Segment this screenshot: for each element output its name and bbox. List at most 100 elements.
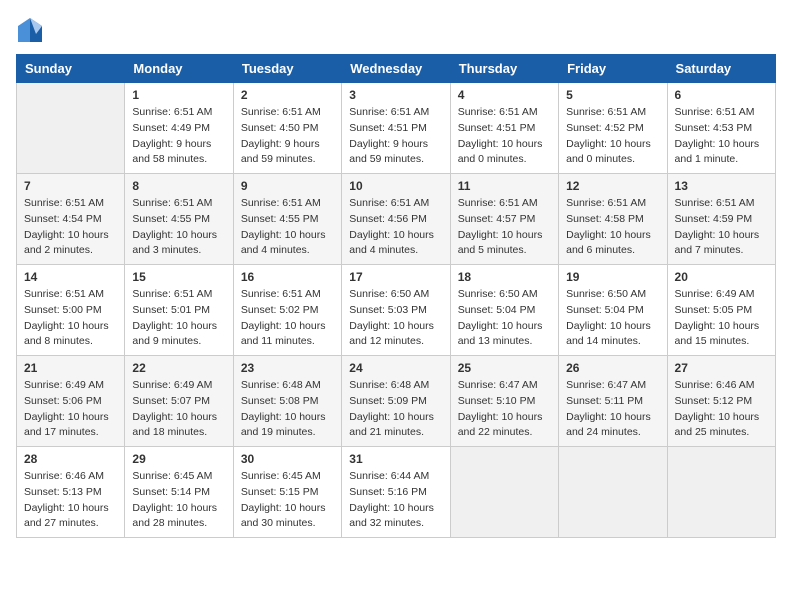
day-number: 27: [675, 361, 768, 375]
day-number: 24: [349, 361, 442, 375]
calendar-week-row: 1 Sunrise: 6:51 AMSunset: 4:49 PMDaylight…: [17, 83, 776, 174]
day-info: Sunrise: 6:46 AMSunset: 5:13 PMDaylight:…: [24, 469, 117, 532]
day-info: Sunrise: 6:51 AMSunset: 4:59 PMDaylight:…: [675, 196, 768, 259]
day-number: 8: [132, 179, 225, 193]
day-number: 11: [458, 179, 551, 193]
day-number: 15: [132, 270, 225, 284]
calendar-day-header: Wednesday: [342, 55, 450, 83]
day-info: Sunrise: 6:51 AMSunset: 4:51 PMDaylight:…: [349, 105, 442, 168]
calendar-day-cell: 16 Sunrise: 6:51 AMSunset: 5:02 PMDayligh…: [233, 265, 341, 356]
day-info: Sunrise: 6:48 AMSunset: 5:09 PMDaylight:…: [349, 378, 442, 441]
calendar-day-cell: 31 Sunrise: 6:44 AMSunset: 5:16 PMDayligh…: [342, 447, 450, 538]
day-info: Sunrise: 6:44 AMSunset: 5:16 PMDaylight:…: [349, 469, 442, 532]
day-info: Sunrise: 6:51 AMSunset: 4:54 PMDaylight:…: [24, 196, 117, 259]
calendar-day-cell: 17Sunrise: 6:50 AMSunset: 5:03 PMDayligh…: [342, 265, 450, 356]
calendar-day-cell: 8Sunrise: 6:51 AMSunset: 4:55 PMDaylight…: [125, 174, 233, 265]
day-number: 9: [241, 179, 334, 193]
day-info: Sunrise: 6:51 AMSunset: 4:58 PMDaylight:…: [566, 196, 659, 259]
page-header: [16, 16, 776, 44]
day-info: Sunrise: 6:48 AMSunset: 5:08 PMDaylight:…: [241, 378, 334, 441]
calendar-day-cell: 18 Sunrise: 6:50 AMSunset: 5:04 PMDayligh…: [450, 265, 558, 356]
day-info: Sunrise: 6:51 AMSunset: 5:00 PMDaylight:…: [24, 287, 117, 350]
day-info: Sunrise: 6:51 AMSunset: 5:01 PMDaylight:…: [132, 287, 225, 350]
calendar-day-header: Friday: [559, 55, 667, 83]
day-info: Sunrise: 6:49 AMSunset: 5:07 PMDaylight:…: [132, 378, 225, 441]
calendar-day-cell: 1 Sunrise: 6:51 AMSunset: 4:49 PMDaylight…: [125, 83, 233, 174]
calendar-week-row: 28 Sunrise: 6:46 AMSunset: 5:13 PMDayligh…: [17, 447, 776, 538]
day-number: 6: [675, 88, 768, 102]
day-number: 4: [458, 88, 551, 102]
day-info: Sunrise: 6:45 AMSunset: 5:15 PMDaylight:…: [241, 469, 334, 532]
calendar-week-row: 21 Sunrise: 6:49 AMSunset: 5:06 PMDayligh…: [17, 356, 776, 447]
day-number: 26: [566, 361, 659, 375]
day-info: Sunrise: 6:51 AMSunset: 4:51 PMDaylight:…: [458, 105, 551, 168]
day-info: Sunrise: 6:51 AMSunset: 4:56 PMDaylight:…: [349, 196, 442, 259]
day-info: Sunrise: 6:50 AMSunset: 5:03 PMDaylight:…: [349, 287, 442, 350]
day-info: Sunrise: 6:45 AMSunset: 5:14 PMDaylight:…: [132, 469, 225, 532]
calendar-day-header: Saturday: [667, 55, 775, 83]
calendar-day-cell: 27 Sunrise: 6:46 AMSunset: 5:12 PMDayligh…: [667, 356, 775, 447]
calendar-day-cell: 20 Sunrise: 6:49 AMSunset: 5:05 PMDayligh…: [667, 265, 775, 356]
calendar-table: SundayMondayTuesdayWednesdayThursdayFrid…: [16, 54, 776, 538]
calendar-week-row: 14Sunrise: 6:51 AMSunset: 5:00 PMDayligh…: [17, 265, 776, 356]
calendar-day-cell: 29 Sunrise: 6:45 AMSunset: 5:14 PMDayligh…: [125, 447, 233, 538]
calendar-day-header: Sunday: [17, 55, 125, 83]
day-info: Sunrise: 6:51 AMSunset: 4:52 PMDaylight:…: [566, 105, 659, 168]
calendar-day-cell: 6Sunrise: 6:51 AMSunset: 4:53 PMDaylight…: [667, 83, 775, 174]
day-number: 13: [675, 179, 768, 193]
calendar-day-header: Tuesday: [233, 55, 341, 83]
day-number: 19: [566, 270, 659, 284]
calendar-day-cell: 22 Sunrise: 6:49 AMSunset: 5:07 PMDayligh…: [125, 356, 233, 447]
calendar-day-cell: 9 Sunrise: 6:51 AMSunset: 4:55 PMDaylight…: [233, 174, 341, 265]
day-number: 5: [566, 88, 659, 102]
day-number: 25: [458, 361, 551, 375]
calendar-day-cell: 19Sunrise: 6:50 AMSunset: 5:04 PMDayligh…: [559, 265, 667, 356]
day-number: 31: [349, 452, 442, 466]
calendar-day-header: Monday: [125, 55, 233, 83]
day-number: 2: [241, 88, 334, 102]
day-number: 16: [241, 270, 334, 284]
day-number: 28: [24, 452, 117, 466]
day-info: Sunrise: 6:50 AMSunset: 5:04 PMDaylight:…: [458, 287, 551, 350]
calendar-day-cell: 25 Sunrise: 6:47 AMSunset: 5:10 PMDayligh…: [450, 356, 558, 447]
day-number: 23: [241, 361, 334, 375]
day-info: Sunrise: 6:47 AMSunset: 5:10 PMDaylight:…: [458, 378, 551, 441]
day-number: 7: [24, 179, 117, 193]
day-number: 10: [349, 179, 442, 193]
calendar-day-cell: 26 Sunrise: 6:47 AMSunset: 5:11 PMDayligh…: [559, 356, 667, 447]
calendar-day-cell: 7 Sunrise: 6:51 AMSunset: 4:54 PMDaylight…: [17, 174, 125, 265]
day-number: 18: [458, 270, 551, 284]
calendar-day-cell: [17, 83, 125, 174]
calendar-day-cell: 13 Sunrise: 6:51 AMSunset: 4:59 PMDayligh…: [667, 174, 775, 265]
day-number: 21: [24, 361, 117, 375]
calendar-day-cell: 15 Sunrise: 6:51 AMSunset: 5:01 PMDayligh…: [125, 265, 233, 356]
day-number: 29: [132, 452, 225, 466]
day-number: 30: [241, 452, 334, 466]
calendar-day-cell: 30 Sunrise: 6:45 AMSunset: 5:15 PMDayligh…: [233, 447, 341, 538]
day-number: 12: [566, 179, 659, 193]
calendar-day-cell: 24 Sunrise: 6:48 AMSunset: 5:09 PMDayligh…: [342, 356, 450, 447]
day-number: 1: [132, 88, 225, 102]
day-number: 22: [132, 361, 225, 375]
day-info: Sunrise: 6:51 AMSunset: 4:57 PMDaylight:…: [458, 196, 551, 259]
calendar-day-cell: 11 Sunrise: 6:51 AMSunset: 4:57 PMDayligh…: [450, 174, 558, 265]
day-info: Sunrise: 6:51 AMSunset: 4:49 PMDaylight:…: [132, 105, 225, 168]
day-number: 3: [349, 88, 442, 102]
calendar-day-cell: [559, 447, 667, 538]
calendar-day-cell: 28 Sunrise: 6:46 AMSunset: 5:13 PMDayligh…: [17, 447, 125, 538]
calendar-day-cell: 2Sunrise: 6:51 AMSunset: 4:50 PMDaylight…: [233, 83, 341, 174]
calendar-day-cell: [450, 447, 558, 538]
logo: [16, 16, 46, 44]
calendar-day-cell: 10 Sunrise: 6:51 AMSunset: 4:56 PMDayligh…: [342, 174, 450, 265]
calendar-day-header: Thursday: [450, 55, 558, 83]
calendar-day-cell: 21 Sunrise: 6:49 AMSunset: 5:06 PMDayligh…: [17, 356, 125, 447]
day-info: Sunrise: 6:49 AMSunset: 5:05 PMDaylight:…: [675, 287, 768, 350]
day-number: 20: [675, 270, 768, 284]
day-info: Sunrise: 6:51 AMSunset: 5:02 PMDaylight:…: [241, 287, 334, 350]
day-info: Sunrise: 6:49 AMSunset: 5:06 PMDaylight:…: [24, 378, 117, 441]
logo-icon: [16, 16, 44, 44]
day-info: Sunrise: 6:47 AMSunset: 5:11 PMDaylight:…: [566, 378, 659, 441]
day-info: Sunrise: 6:51 AMSunset: 4:55 PMDaylight:…: [241, 196, 334, 259]
calendar-day-cell: 5 Sunrise: 6:51 AMSunset: 4:52 PMDaylight…: [559, 83, 667, 174]
day-info: Sunrise: 6:46 AMSunset: 5:12 PMDaylight:…: [675, 378, 768, 441]
